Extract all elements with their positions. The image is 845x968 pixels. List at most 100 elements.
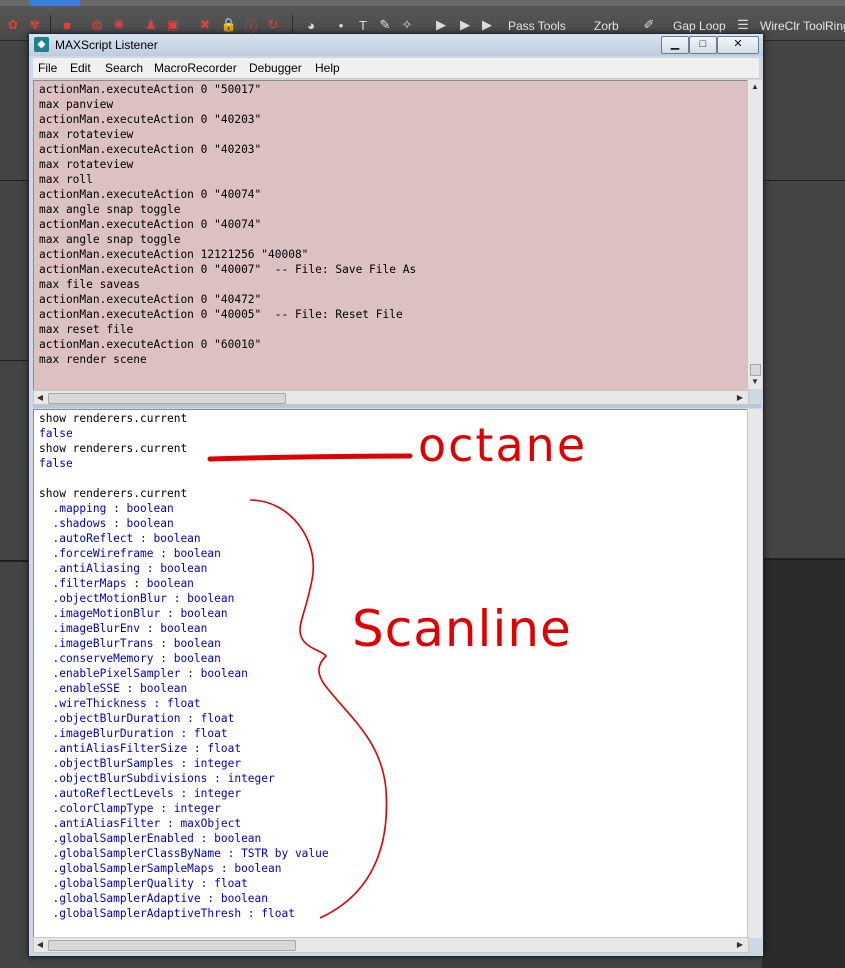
macro-lines: actionMan.executeAction 0 "50017" max pan… xyxy=(39,82,416,367)
grid-line xyxy=(0,560,28,562)
toolbar-wireclr-tool[interactable]: WireClr Tool xyxy=(760,19,825,33)
toolbar-tab-active[interactable] xyxy=(30,0,80,6)
play-icon-1[interactable]: ▶ xyxy=(432,16,450,34)
render-setup-icon[interactable]: ✿ xyxy=(4,16,22,34)
toolbar-ring[interactable]: Ring xyxy=(825,19,845,33)
macro-line: actionMan.executeAction 0 "40074" xyxy=(39,218,262,231)
output-result-line: .colorClampType : integer xyxy=(39,802,221,815)
grid-line xyxy=(762,180,845,181)
macro-line: max panview xyxy=(39,98,114,111)
scanline-annotation: Scanline xyxy=(352,600,572,658)
globe-icon[interactable]: ◕ xyxy=(302,16,320,34)
t-tool-icon[interactable]: T xyxy=(354,16,372,34)
refresh-icon[interactable]: ↻ xyxy=(264,16,282,34)
render-frame-icon[interactable]: ✾ xyxy=(26,16,44,34)
viewport-dark-panel xyxy=(762,560,845,968)
octane-annotation: octane xyxy=(418,418,588,472)
scroll-left-arrow-icon[interactable]: ◀ xyxy=(34,391,46,405)
output-result-line: .forceWireframe : boolean xyxy=(39,547,221,560)
macro-line: actionMan.executeAction 0 "40203" xyxy=(39,113,262,126)
macro-line: actionMan.executeAction 0 "40203" xyxy=(39,143,262,156)
brush-icon[interactable]: ✎ xyxy=(376,16,394,34)
output-vertical-scrollbar[interactable] xyxy=(747,409,762,938)
play-icon-2[interactable]: ▶ xyxy=(456,16,474,34)
tools-icon[interactable]: ✖ xyxy=(196,16,214,34)
macro-hscroll-thumb[interactable] xyxy=(48,393,286,404)
macro-vscroll-thumb[interactable] xyxy=(750,364,761,376)
menu-edit[interactable]: Edit xyxy=(70,61,91,75)
menu-debugger[interactable]: Debugger xyxy=(249,61,302,75)
macro-line: actionMan.executeAction 0 "60010" xyxy=(39,338,262,351)
output-result-line: .globalSamplerQuality : float xyxy=(39,877,248,890)
output-command-line xyxy=(39,471,329,486)
toolbar-gap-loop[interactable]: Gap Loop xyxy=(673,19,726,33)
output-result-line: .globalSamplerEnabled : boolean xyxy=(39,832,262,845)
macro-line: max reset file xyxy=(39,323,134,336)
scroll-down-arrow-icon[interactable]: ▼ xyxy=(748,375,762,389)
output-result-line: .objectBlurSubdivisions : integer xyxy=(39,772,275,785)
close-button[interactable]: ✕ xyxy=(717,36,759,54)
magic-icon[interactable]: ✧ xyxy=(398,16,416,34)
pane-splitter[interactable] xyxy=(33,404,761,408)
macro-line: max angle snap toggle xyxy=(39,203,181,216)
output-result-line: .objectBlurSamples : integer xyxy=(39,757,242,770)
grid-line xyxy=(0,180,28,181)
picture-icon[interactable]: ▣ xyxy=(164,16,182,34)
output-result-line: .imageBlurEnv : boolean xyxy=(39,622,208,635)
output-command-line: show renderers.current xyxy=(39,487,188,500)
output-result-line: .globalSamplerAdaptive : boolean xyxy=(39,892,269,905)
toolbar-pass-tools[interactable]: Pass Tools xyxy=(508,19,566,33)
toolbar-top-strip xyxy=(0,0,845,6)
scroll-up-arrow-icon[interactable]: ▲ xyxy=(748,80,762,94)
output-result-line: .objectMotionBlur : boolean xyxy=(39,592,235,605)
output-result-line: .imageBlurTrans : boolean xyxy=(39,637,221,650)
output-result-line: .enablePixelSampler : boolean xyxy=(39,667,248,680)
output-result-line: .antiAliasing : boolean xyxy=(39,562,208,575)
macro-vertical-scrollbar[interactable]: ▲ ▼ xyxy=(747,80,762,389)
sphere-icon[interactable]: ◍ xyxy=(88,16,106,34)
output-horizontal-scrollbar[interactable]: ◀ ▶ xyxy=(33,937,749,953)
output-result-line: .imageBlurDuration : float xyxy=(39,727,228,740)
macro-line: actionMan.executeAction 0 "40074" xyxy=(39,188,262,201)
menu-macrorecorder[interactable]: MacroRecorder xyxy=(154,61,237,75)
output-result-line: false xyxy=(39,427,73,440)
menu-help[interactable]: Help xyxy=(315,61,340,75)
output-result-line: .antiAliasFilterSize : float xyxy=(39,742,242,755)
scroll-right-arrow-icon[interactable]: ▶ xyxy=(734,938,746,952)
dot-icon[interactable]: • xyxy=(332,16,350,34)
macro-line: max rotateview xyxy=(39,158,134,171)
pen-icon[interactable]: ✐ xyxy=(640,16,658,34)
listener-output-pane[interactable]: show renderers.current false show renderer… xyxy=(33,409,748,940)
output-hscroll-thumb[interactable] xyxy=(48,940,296,951)
macro-recorder-pane[interactable]: actionMan.executeAction 0 "50017" max pan… xyxy=(33,80,748,391)
sun-icon[interactable]: ✺ xyxy=(110,16,128,34)
info-icon[interactable]: ⓘ xyxy=(242,16,260,34)
output-result-line: .autoReflect : boolean xyxy=(39,532,201,545)
person-icon[interactable]: ♟ xyxy=(142,16,160,34)
record-icon[interactable]: ■ xyxy=(58,16,76,34)
list-icon[interactable]: ☰ xyxy=(734,16,752,34)
scroll-right-arrow-icon[interactable]: ▶ xyxy=(734,391,746,405)
window-titlebar[interactable]: ◆ MAXScript Listener ▁ □ ✕ xyxy=(29,34,763,56)
scroll-left-arrow-icon[interactable]: ◀ xyxy=(34,938,46,952)
output-result-line: .antiAliasFilter : maxObject xyxy=(39,817,242,830)
output-result-line: .globalSamplerSampleMaps : boolean xyxy=(39,862,282,875)
menu-file[interactable]: File xyxy=(38,61,57,75)
macro-line: max render scene xyxy=(39,353,147,366)
minimize-button[interactable]: ▁ xyxy=(661,36,689,54)
menu-search[interactable]: Search xyxy=(105,61,143,75)
macro-line: actionMan.executeAction 12121256 "40008" xyxy=(39,248,309,261)
macro-line: actionMan.executeAction 0 "40472" xyxy=(39,293,262,306)
output-result-line: .shadows : boolean xyxy=(39,517,174,530)
output-result-line: false xyxy=(39,457,73,470)
window-title: MAXScript Listener xyxy=(55,38,158,52)
toolbar-zorb[interactable]: Zorb xyxy=(594,19,619,33)
play-icon-3[interactable]: ▶ xyxy=(478,16,496,34)
output-command-line: show renderers.current xyxy=(39,442,188,455)
output-lines: show renderers.current false show renderer… xyxy=(39,411,329,921)
output-result-line: .globalSamplerAdaptiveThresh : float xyxy=(39,907,295,920)
maximize-button[interactable]: □ xyxy=(689,36,717,54)
output-result-line: .objectBlurDuration : float xyxy=(39,712,235,725)
grid-line xyxy=(0,360,28,361)
lock-icon[interactable]: 🔒 xyxy=(220,16,238,34)
